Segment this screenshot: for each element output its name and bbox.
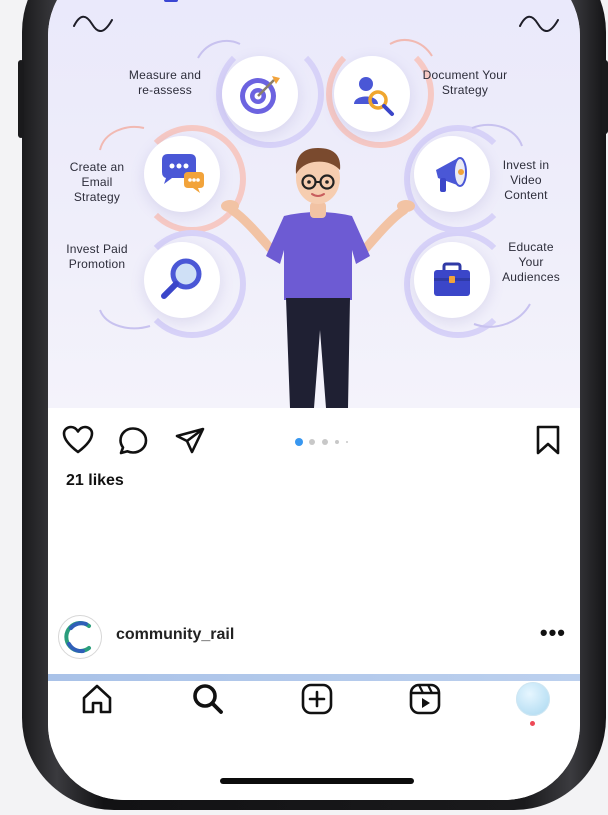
carousel-dot[interactable] bbox=[309, 439, 315, 445]
reels-icon[interactable] bbox=[408, 682, 442, 716]
app-screen: Measure and re-assess Document Your Stra… bbox=[48, 0, 580, 800]
next-post-preview-strip bbox=[48, 674, 580, 681]
phone-side-button-left bbox=[18, 60, 24, 138]
briefcase-icon bbox=[434, 262, 470, 296]
target-icon bbox=[240, 76, 280, 114]
label-document: Document Your Strategy bbox=[422, 68, 508, 97]
share-icon[interactable] bbox=[174, 426, 206, 456]
step-document bbox=[334, 56, 410, 132]
carousel-dot[interactable] bbox=[335, 440, 339, 444]
author-username[interactable]: community_rail bbox=[116, 626, 234, 644]
step-video bbox=[414, 136, 490, 212]
label-email: Create an Email Strategy bbox=[69, 160, 125, 204]
post-action-bar bbox=[48, 408, 580, 468]
step-paid bbox=[144, 242, 220, 318]
carousel-dot[interactable] bbox=[322, 439, 328, 445]
character-figure bbox=[221, 148, 415, 408]
label-measure: Measure and re-assess bbox=[128, 68, 202, 97]
heart-icon[interactable] bbox=[62, 425, 94, 455]
create-icon[interactable] bbox=[300, 682, 334, 716]
bookmark-icon[interactable] bbox=[534, 424, 562, 456]
home-indicator bbox=[220, 778, 414, 784]
megaphone-icon bbox=[436, 157, 467, 192]
post-image[interactable]: Measure and re-assess Document Your Stra… bbox=[48, 0, 580, 408]
step-educate bbox=[414, 242, 490, 318]
label-video: Invest in Video Content bbox=[502, 158, 550, 202]
carousel-dot-active[interactable] bbox=[295, 438, 303, 446]
notification-dot bbox=[530, 721, 535, 726]
chat-bubble-icon bbox=[162, 154, 204, 193]
likes-count[interactable]: 21 likes bbox=[66, 472, 124, 490]
profile-avatar[interactable] bbox=[516, 682, 550, 716]
label-paid: Invest Paid Promotion bbox=[66, 242, 128, 271]
post-author-row: community_rail ••• bbox=[48, 610, 580, 662]
home-icon[interactable] bbox=[80, 682, 114, 716]
search-icon[interactable] bbox=[191, 682, 225, 716]
person-search-icon bbox=[354, 77, 394, 116]
carousel-dot[interactable] bbox=[346, 441, 348, 443]
magnifier-icon bbox=[161, 258, 202, 299]
label-educate: Educate Your Audiences bbox=[502, 240, 560, 284]
comment-icon[interactable] bbox=[118, 426, 150, 456]
author-avatar[interactable] bbox=[58, 615, 102, 659]
phone-side-button-right bbox=[602, 60, 608, 134]
more-options-icon[interactable]: ••• bbox=[540, 620, 566, 646]
community-logo bbox=[64, 621, 91, 654]
step-email bbox=[144, 136, 220, 212]
step-measure bbox=[222, 56, 298, 132]
